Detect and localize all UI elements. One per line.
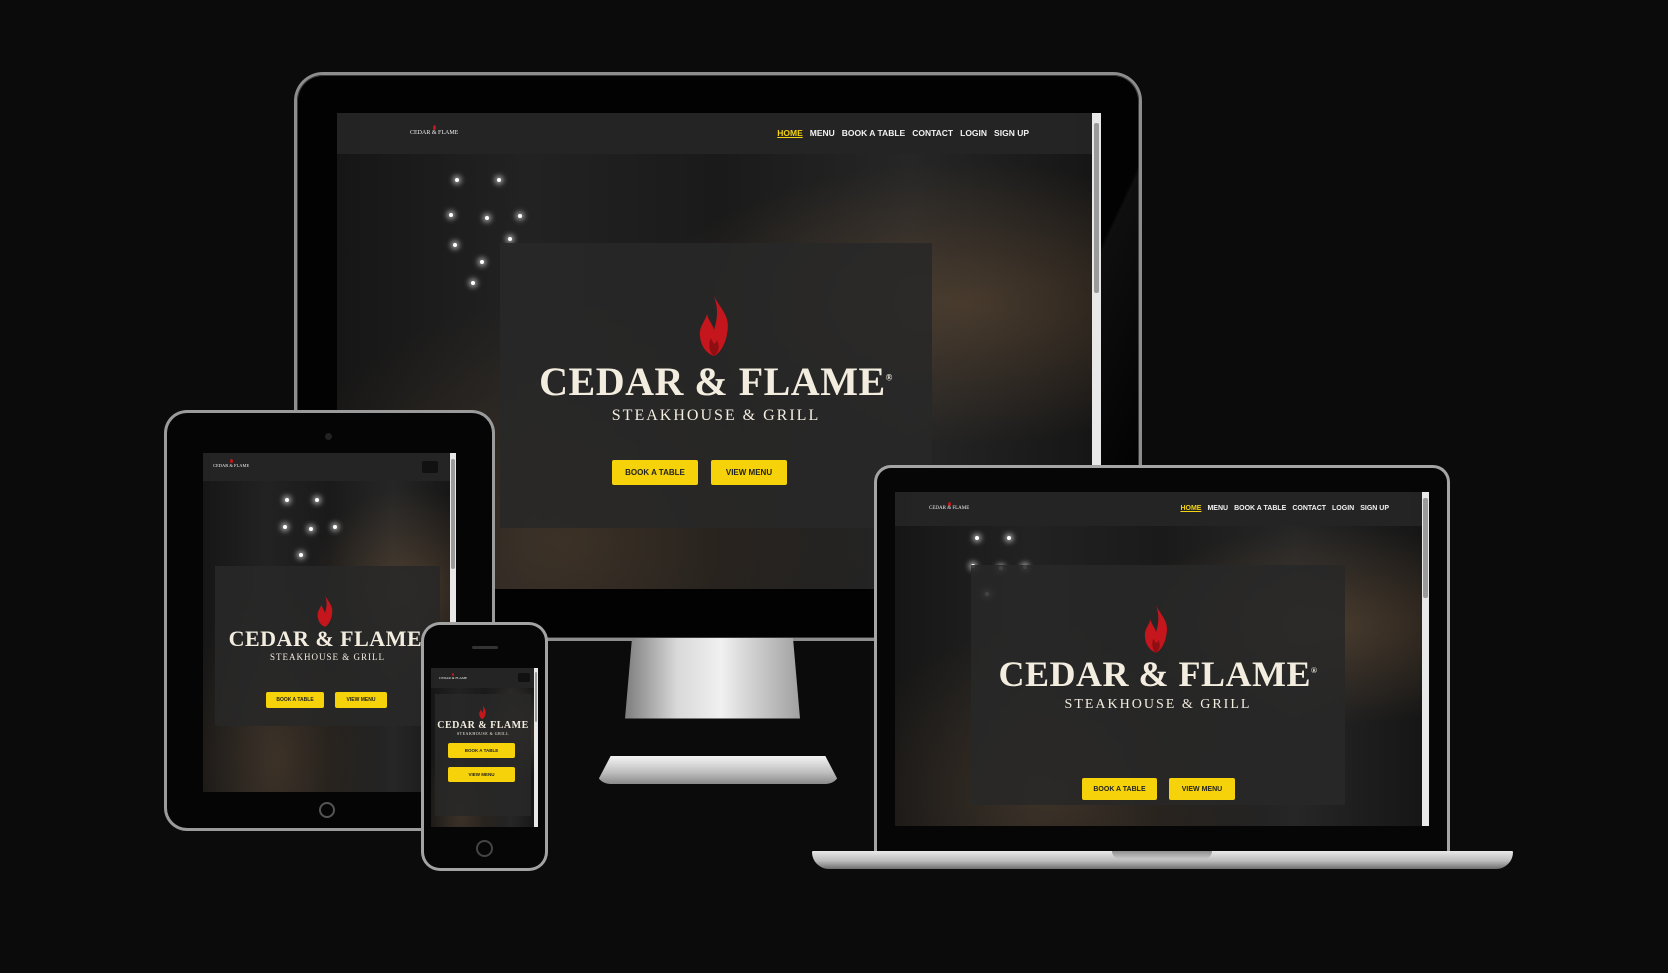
- desktop-nav-logo[interactable]: CEDAR & FLAME: [410, 125, 458, 136]
- laptop-screen: CEDAR & FLAME HOME MENU BOOK A TABLE CON…: [895, 492, 1429, 826]
- tablet-hero-box: CEDAR & FLAME® STEAKHOUSE & GRILL: [215, 566, 440, 726]
- camera-icon: [325, 433, 332, 440]
- laptop-notch: [1112, 851, 1212, 859]
- flame-icon: [479, 705, 486, 719]
- hamburger-menu-icon[interactable]: [422, 461, 438, 473]
- hamburger-menu-icon[interactable]: [518, 673, 530, 682]
- flame-icon: [317, 595, 333, 627]
- book-a-table-button[interactable]: BOOK A TABLE: [1082, 778, 1157, 800]
- nav-link-sign-up[interactable]: SIGN UP: [994, 128, 1029, 138]
- tablet-nav-logo[interactable]: CEDAR & FLAME: [213, 459, 249, 468]
- nav-link-home[interactable]: HOME: [1180, 505, 1201, 512]
- brand-subtitle: STEAKHOUSE & GRILL: [270, 652, 385, 662]
- nav-link-menu[interactable]: MENU: [810, 128, 835, 138]
- view-menu-button[interactable]: VIEW MENU: [1169, 778, 1235, 800]
- brand-subtitle: STEAKHOUSE & GRILL: [1064, 697, 1252, 712]
- laptop-nav-logo[interactable]: CEDAR & FLAME: [929, 502, 969, 511]
- brand-title: CEDAR & FLAME: [228, 626, 423, 651]
- home-button-icon: [319, 802, 335, 818]
- home-button-icon: [476, 840, 493, 857]
- book-a-table-button[interactable]: BOOK A TABLE: [612, 460, 698, 485]
- nav-link-menu[interactable]: MENU: [1207, 505, 1228, 512]
- phone-speaker: [472, 646, 498, 649]
- nav-link-sign-up[interactable]: SIGN UP: [1360, 505, 1389, 512]
- tablet-navbar: CEDAR & FLAME: [203, 453, 456, 481]
- laptop-scrollbar[interactable]: [1422, 492, 1429, 826]
- brand-title: CEDAR & FLAME: [998, 654, 1311, 694]
- nav-link-login[interactable]: LOGIN: [1332, 505, 1354, 512]
- laptop-navbar: CEDAR & FLAME HOME MENU BOOK A TABLE CON…: [895, 492, 1429, 526]
- nav-link-home[interactable]: HOME: [777, 128, 803, 138]
- view-menu-button[interactable]: VIEW MENU: [711, 460, 787, 485]
- desktop-nav-links: HOME MENU BOOK A TABLE CONTACT LOGIN SIG…: [777, 128, 1029, 138]
- desktop-hero-box: CEDAR & FLAME® STEAKHOUSE & GRILL: [500, 243, 932, 528]
- registered-mark: ®: [885, 372, 893, 383]
- nav-link-book-a-table[interactable]: BOOK A TABLE: [1234, 505, 1286, 512]
- phone-scrollbar[interactable]: [534, 668, 538, 827]
- phone-nav-logo[interactable]: CEDAR & FLAME: [439, 673, 467, 680]
- book-a-table-button[interactable]: BOOK A TABLE: [266, 692, 324, 708]
- registered-mark: ®: [1311, 666, 1318, 675]
- laptop-hero-box: CEDAR & FLAME® STEAKHOUSE & GRILL: [971, 565, 1345, 805]
- flame-icon: [699, 296, 728, 356]
- monitor-stand: [625, 638, 800, 719]
- brand-subtitle: STEAKHOUSE & GRILL: [611, 407, 821, 424]
- brand-subtitle: STEAKHOUSE & GRILL: [456, 731, 510, 736]
- nav-link-book-a-table[interactable]: BOOK A TABLE: [842, 128, 905, 138]
- flame-icon: [1144, 605, 1167, 653]
- tablet-screen: CEDAR & FLAME CEDAR & FLAME® STEAKHOUSE …: [203, 453, 456, 792]
- book-a-table-button[interactable]: BOOK A TABLE: [448, 743, 515, 758]
- monitor-stand-base: [596, 756, 840, 784]
- nav-link-login[interactable]: LOGIN: [960, 128, 987, 138]
- laptop-nav-links: HOME MENU BOOK A TABLE CONTACT LOGIN SIG…: [1180, 505, 1389, 512]
- view-menu-button[interactable]: VIEW MENU: [335, 692, 387, 708]
- brand-title: CEDAR & FLAME: [539, 359, 886, 404]
- view-menu-button[interactable]: VIEW MENU: [448, 767, 515, 782]
- phone-screen: CEDAR & FLAME CEDAR & FLAME STEAKHOUSE &…: [431, 668, 538, 827]
- brand-title: CEDAR & FLAME: [437, 720, 529, 731]
- nav-link-contact[interactable]: CONTACT: [1292, 505, 1326, 512]
- nav-link-contact[interactable]: CONTACT: [912, 128, 953, 138]
- phone-navbar: CEDAR & FLAME: [431, 668, 538, 688]
- desktop-navbar: CEDAR & FLAME HOME MENU BOOK A TABLE CON…: [337, 113, 1101, 154]
